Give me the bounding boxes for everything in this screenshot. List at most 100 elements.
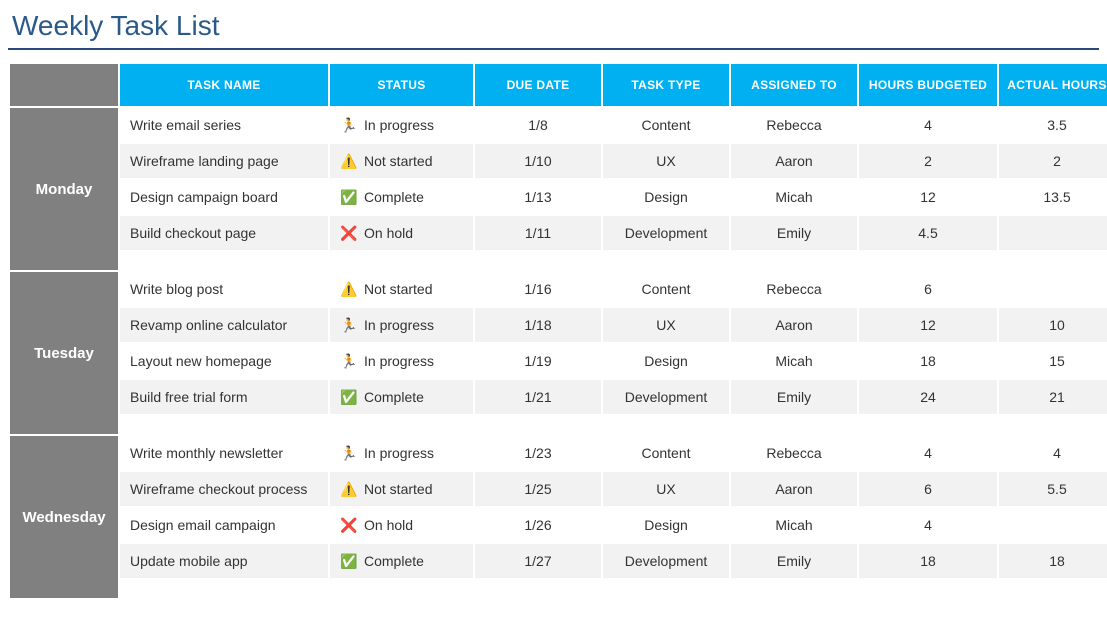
cell-type[interactable]: UX [602, 307, 730, 343]
cell-type[interactable]: UX [602, 471, 730, 507]
table-row[interactable]: Build checkout page❌On hold1/11Developme… [9, 215, 1107, 251]
cell-status[interactable]: 🏃In progress [329, 107, 474, 143]
cell-task[interactable]: Layout new homepage [119, 343, 329, 379]
cell-status[interactable]: ❌On hold [329, 215, 474, 251]
table-row[interactable]: Update mobile app✅Complete1/27Developmen… [9, 543, 1107, 579]
header-task[interactable]: TASK NAME [119, 63, 329, 107]
table-row[interactable]: MondayWrite email series🏃In progress1/8C… [9, 107, 1107, 143]
cell-budget[interactable]: 18 [858, 343, 998, 379]
header-status[interactable]: STATUS [329, 63, 474, 107]
cell-type[interactable]: Content [602, 435, 730, 471]
table-row[interactable]: TuesdayWrite blog post⚠️Not started1/16C… [9, 271, 1107, 307]
cell-due[interactable]: 1/27 [474, 543, 602, 579]
cell-actual[interactable]: 13.5 [998, 179, 1107, 215]
cell-due[interactable]: 1/18 [474, 307, 602, 343]
cell-due[interactable]: 1/19 [474, 343, 602, 379]
cell-status[interactable]: ✅Complete [329, 179, 474, 215]
table-row[interactable]: Build free trial form✅Complete1/21Develo… [9, 379, 1107, 415]
cell-budget[interactable]: 12 [858, 307, 998, 343]
cell-type[interactable]: UX [602, 143, 730, 179]
cell-actual[interactable]: 3.5 [998, 107, 1107, 143]
cell-status[interactable]: ⚠️Not started [329, 471, 474, 507]
cell-budget[interactable]: 24 [858, 379, 998, 415]
cell-due[interactable]: 1/16 [474, 271, 602, 307]
header-type[interactable]: TASK TYPE [602, 63, 730, 107]
cell-budget[interactable]: 4 [858, 107, 998, 143]
cell-actual[interactable] [998, 215, 1107, 251]
cell-due[interactable]: 1/10 [474, 143, 602, 179]
table-row[interactable]: Layout new homepage🏃In progress1/19Desig… [9, 343, 1107, 379]
cell-type[interactable]: Design [602, 507, 730, 543]
table-row[interactable]: Design email campaign❌On hold1/26DesignM… [9, 507, 1107, 543]
cell-assigned[interactable]: Rebecca [730, 271, 858, 307]
cell-budget[interactable]: 4.5 [858, 215, 998, 251]
cell-task[interactable]: Design email campaign [119, 507, 329, 543]
cell-assigned[interactable]: Emily [730, 215, 858, 251]
cell-due[interactable]: 1/13 [474, 179, 602, 215]
cell-assigned[interactable]: Aaron [730, 471, 858, 507]
cell-task[interactable]: Revamp online calculator [119, 307, 329, 343]
cell-status[interactable]: ⚠️Not started [329, 271, 474, 307]
cell-actual[interactable]: 21 [998, 379, 1107, 415]
table-row[interactable]: Wireframe landing page⚠️Not started1/10U… [9, 143, 1107, 179]
cell-budget[interactable]: 6 [858, 471, 998, 507]
cell-task[interactable]: Write email series [119, 107, 329, 143]
cell-assigned[interactable]: Aaron [730, 143, 858, 179]
cell-assigned[interactable]: Emily [730, 543, 858, 579]
table-row[interactable]: Design campaign board✅Complete1/13Design… [9, 179, 1107, 215]
cell-task[interactable]: Write monthly newsletter [119, 435, 329, 471]
cell-assigned[interactable]: Rebecca [730, 435, 858, 471]
cell-actual[interactable]: 10 [998, 307, 1107, 343]
cell-task[interactable]: Design campaign board [119, 179, 329, 215]
cell-type[interactable]: Design [602, 343, 730, 379]
cell-type[interactable]: Design [602, 179, 730, 215]
cell-budget[interactable]: 4 [858, 507, 998, 543]
cell-budget[interactable]: 12 [858, 179, 998, 215]
cell-actual[interactable]: 2 [998, 143, 1107, 179]
cell-task[interactable]: Update mobile app [119, 543, 329, 579]
cell-assigned[interactable]: Micah [730, 507, 858, 543]
cell-due[interactable]: 1/21 [474, 379, 602, 415]
cell-task[interactable]: Build free trial form [119, 379, 329, 415]
cell-due[interactable]: 1/8 [474, 107, 602, 143]
cell-type[interactable]: Content [602, 107, 730, 143]
table-row[interactable]: Revamp online calculator🏃In progress1/18… [9, 307, 1107, 343]
cell-status[interactable]: ✅Complete [329, 543, 474, 579]
cell-status[interactable]: 🏃In progress [329, 435, 474, 471]
cell-assigned[interactable]: Rebecca [730, 107, 858, 143]
cell-type[interactable]: Development [602, 543, 730, 579]
cell-status[interactable]: ⚠️Not started [329, 143, 474, 179]
header-actual[interactable]: ACTUAL HOURS [998, 63, 1107, 107]
cell-type[interactable]: Content [602, 271, 730, 307]
cell-task[interactable]: Wireframe landing page [119, 143, 329, 179]
cell-due[interactable]: 1/23 [474, 435, 602, 471]
cell-type[interactable]: Development [602, 379, 730, 415]
cell-budget[interactable]: 4 [858, 435, 998, 471]
cell-task[interactable]: Wireframe checkout process [119, 471, 329, 507]
cell-actual[interactable] [998, 271, 1107, 307]
cell-assigned[interactable]: Aaron [730, 307, 858, 343]
table-row[interactable]: Wireframe checkout process⚠️Not started1… [9, 471, 1107, 507]
cell-actual[interactable]: 15 [998, 343, 1107, 379]
cell-due[interactable]: 1/11 [474, 215, 602, 251]
cell-status[interactable]: ❌On hold [329, 507, 474, 543]
cell-budget[interactable]: 2 [858, 143, 998, 179]
cell-assigned[interactable]: Micah [730, 179, 858, 215]
cell-actual[interactable] [998, 507, 1107, 543]
cell-budget[interactable]: 18 [858, 543, 998, 579]
cell-status[interactable]: 🏃In progress [329, 343, 474, 379]
cell-status[interactable]: 🏃In progress [329, 307, 474, 343]
cell-task[interactable]: Write blog post [119, 271, 329, 307]
cell-type[interactable]: Development [602, 215, 730, 251]
cell-actual[interactable]: 18 [998, 543, 1107, 579]
cell-status[interactable]: ✅Complete [329, 379, 474, 415]
header-due[interactable]: DUE DATE [474, 63, 602, 107]
cell-actual[interactable]: 4 [998, 435, 1107, 471]
cell-assigned[interactable]: Micah [730, 343, 858, 379]
header-budget[interactable]: HOURS BUDGETED [858, 63, 998, 107]
cell-budget[interactable]: 6 [858, 271, 998, 307]
cell-task[interactable]: Build checkout page [119, 215, 329, 251]
cell-due[interactable]: 1/25 [474, 471, 602, 507]
cell-actual[interactable]: 5.5 [998, 471, 1107, 507]
table-row[interactable]: WednesdayWrite monthly newsletter🏃In pro… [9, 435, 1107, 471]
